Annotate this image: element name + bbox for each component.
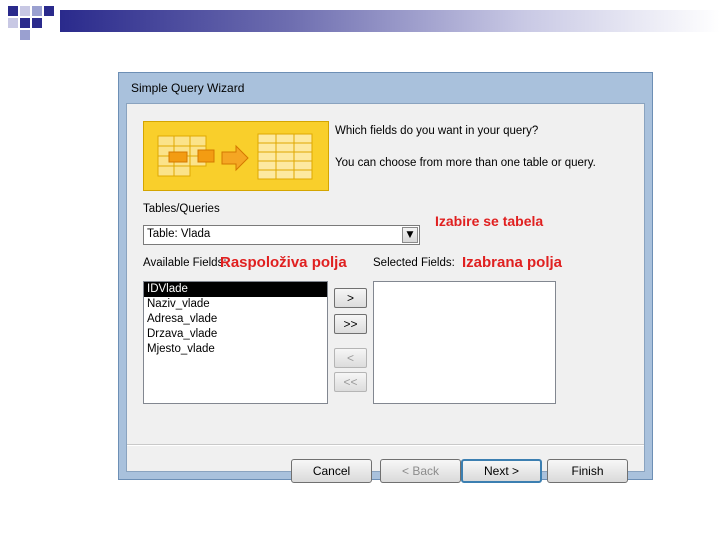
list-item[interactable]: Adresa_vlade bbox=[144, 312, 327, 327]
finish-button[interactable]: Finish bbox=[547, 459, 628, 483]
back-button[interactable]: < Back bbox=[380, 459, 461, 483]
remove-all-fields-button[interactable]: << bbox=[334, 372, 367, 392]
slide-decoration bbox=[0, 0, 60, 45]
wizard-question: Which fields do you want in your query? bbox=[335, 125, 539, 137]
list-item[interactable]: Naziv_vlade bbox=[144, 297, 327, 312]
available-fields-label: Available Fields: bbox=[143, 257, 227, 269]
chevron-down-icon[interactable]: ▼ bbox=[402, 227, 418, 243]
wizard-banner-image bbox=[143, 121, 329, 191]
tables-queries-value: Table: Vlada bbox=[147, 228, 211, 240]
add-all-fields-button[interactable]: >> bbox=[334, 314, 367, 334]
annotation-raspolozive-polja: Raspoloživa polja bbox=[220, 254, 347, 271]
add-field-button[interactable]: > bbox=[334, 288, 367, 308]
window-title: Simple Query Wizard bbox=[131, 81, 245, 95]
annotation-izabrana-polja: Izabrana polja bbox=[462, 254, 563, 271]
tables-queries-dropdown[interactable]: Table: Vlada ▼ bbox=[143, 225, 420, 245]
list-item[interactable]: Mjesto_vlade bbox=[144, 342, 327, 357]
tables-queries-label: Tables/Queries bbox=[143, 203, 220, 215]
cancel-button[interactable]: Cancel bbox=[291, 459, 372, 483]
slide-header-bar bbox=[60, 10, 720, 32]
wizard-hint: You can choose from more than one table … bbox=[335, 157, 596, 169]
next-button[interactable]: Next > bbox=[461, 459, 542, 483]
wizard-window: Simple Query Wizard Which fields do you … bbox=[118, 72, 653, 483]
remove-field-button[interactable]: < bbox=[334, 348, 367, 368]
available-fields-list[interactable]: IDVlade Naziv_vlade Adresa_vlade Drzava_… bbox=[143, 281, 328, 404]
list-item[interactable]: IDVlade bbox=[144, 282, 327, 297]
button-divider bbox=[127, 444, 644, 446]
list-item[interactable]: Drzava_vlade bbox=[144, 327, 327, 342]
selected-fields-list[interactable] bbox=[373, 281, 556, 404]
annotation-izabire-tabela: Izabire se tabela bbox=[435, 213, 544, 229]
wizard-client-area: Which fields do you want in your query? … bbox=[126, 103, 645, 483]
table-transfer-illustration bbox=[157, 133, 313, 180]
selected-fields-label: Selected Fields: bbox=[373, 257, 455, 269]
